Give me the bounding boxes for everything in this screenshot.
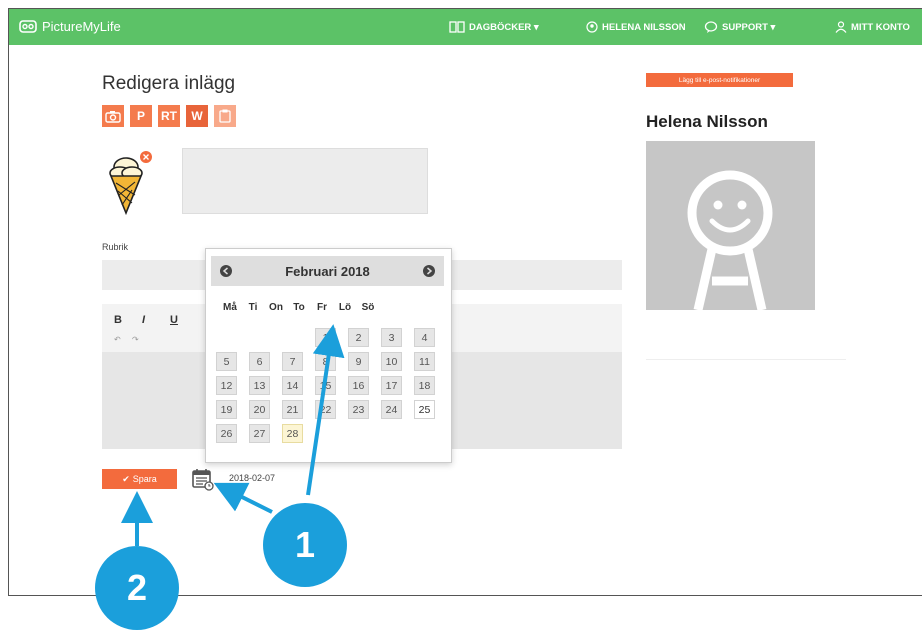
- date-picker-popup: Februari 2018 Må Ti On To Fr Lö Sö 1 2 3 4 5 6 7 8 9 10 1…: [205, 248, 452, 463]
- calendar-day[interactable]: 26: [216, 424, 237, 443]
- user-circle-icon: [586, 21, 598, 33]
- clipboard-button[interactable]: [214, 105, 236, 127]
- calendar-day[interactable]: 27: [249, 424, 270, 443]
- calendar-day[interactable]: 5: [216, 352, 237, 371]
- chat-icon: [704, 21, 718, 33]
- top-navbar: PictureMyLife DAGBÖCKER ▾ HELENA NILSSON…: [9, 9, 922, 45]
- undo-button[interactable]: ↶: [114, 335, 121, 344]
- italic-button[interactable]: I: [142, 314, 145, 326]
- calendar-month-title: Februari 2018: [285, 264, 370, 279]
- callout-2: 2: [95, 546, 179, 630]
- app-window: PictureMyLife DAGBÖCKER ▾ HELENA NILSSON…: [8, 8, 922, 596]
- calendar-day[interactable]: 19: [216, 400, 237, 419]
- clipboard-icon: [219, 109, 231, 123]
- weekday-header: Fr: [317, 302, 327, 313]
- calendar-day[interactable]: 11: [414, 352, 435, 371]
- caption-textarea[interactable]: [182, 148, 428, 214]
- avatar-placeholder-icon: [687, 170, 773, 312]
- calendar-day[interactable]: 22: [315, 400, 336, 419]
- calendar-day[interactable]: 8: [315, 352, 336, 371]
- bold-button[interactable]: B: [114, 314, 122, 326]
- save-button[interactable]: ✔ Spara: [102, 469, 177, 489]
- weekday-header: Sö: [361, 302, 375, 313]
- logo-icon: [19, 20, 37, 33]
- nav-account-label: MITT KONTO: [851, 21, 910, 33]
- nav-support[interactable]: SUPPORT ▾: [704, 21, 775, 33]
- calendar-day[interactable]: 1: [315, 328, 336, 347]
- calendar-icon: [192, 469, 214, 491]
- email-notifications-button[interactable]: Lägg till e-post-notifikationer: [646, 73, 793, 87]
- calendar-day[interactable]: 12: [216, 376, 237, 395]
- nav-user[interactable]: HELENA NILSSON: [586, 21, 686, 33]
- calendar-day[interactable]: 24: [381, 400, 402, 419]
- calendar-day[interactable]: 3: [381, 328, 402, 347]
- p-button[interactable]: P: [130, 105, 152, 127]
- calendar-day[interactable]: 16: [348, 376, 369, 395]
- calendar-day[interactable]: 20: [249, 400, 270, 419]
- calendar-day[interactable]: 28: [282, 424, 303, 443]
- logo[interactable]: PictureMyLife: [19, 18, 121, 34]
- weekday-header: Ti: [248, 302, 258, 313]
- books-icon: [449, 21, 465, 33]
- date-value: 2018-02-07: [229, 473, 276, 483]
- avatar: [646, 141, 815, 312]
- nav-user-label: HELENA NILSSON: [602, 21, 686, 33]
- person-icon: [835, 21, 847, 33]
- w-button[interactable]: W: [186, 105, 208, 127]
- weekday-header: On: [269, 302, 283, 313]
- date-picker-button[interactable]: [191, 467, 215, 496]
- calendar-day[interactable]: 4: [414, 328, 435, 347]
- calendar-day[interactable]: 2: [348, 328, 369, 347]
- calendar-day[interactable]: 14: [282, 376, 303, 395]
- nav-account[interactable]: MITT KONTO: [835, 21, 910, 33]
- ice-cream-sticker[interactable]: [104, 149, 184, 224]
- calendar-day[interactable]: 23: [348, 400, 369, 419]
- calendar-day[interactable]: 21: [282, 400, 303, 419]
- calendar-day[interactable]: 9: [348, 352, 369, 371]
- nav-diaries-label: DAGBÖCKER ▾: [469, 21, 539, 33]
- save-label: Spara: [132, 474, 157, 484]
- weekday-header: To: [293, 302, 305, 313]
- camera-button[interactable]: [102, 105, 124, 127]
- calendar-day[interactable]: 17: [381, 376, 402, 395]
- next-month-icon[interactable]: [422, 264, 436, 278]
- logo-text: PictureMyLife: [42, 18, 121, 34]
- calendar-day[interactable]: 10: [381, 352, 402, 371]
- nav-support-label: SUPPORT ▾: [722, 21, 776, 33]
- profile-name: Helena Nilsson: [646, 112, 768, 131]
- nav-diaries[interactable]: DAGBÖCKER ▾: [449, 21, 539, 33]
- check-icon: ✔: [122, 473, 130, 484]
- calendar-day[interactable]: 25: [414, 400, 435, 419]
- callout-1: 1: [263, 503, 347, 587]
- media-toolbar: P RT W: [102, 105, 236, 127]
- redo-button[interactable]: ↷: [132, 335, 139, 344]
- calendar-day[interactable]: 15: [315, 376, 336, 395]
- ice-cream-icon: [109, 151, 152, 216]
- camera-icon: [105, 110, 121, 123]
- calendar-day[interactable]: 13: [249, 376, 270, 395]
- calendar-day[interactable]: 18: [414, 376, 435, 395]
- calendar-day[interactable]: 6: [249, 352, 270, 371]
- weekday-header: Lö: [338, 302, 352, 313]
- calendar-header: Februari 2018: [211, 256, 444, 286]
- weekday-header: Må: [223, 302, 237, 313]
- calendar-day[interactable]: 7: [282, 352, 303, 371]
- divider: [646, 359, 846, 360]
- heading-label: Rubrik: [102, 242, 129, 252]
- page-title: Redigera inlägg: [102, 73, 236, 94]
- rt-button[interactable]: RT: [158, 105, 180, 127]
- underline-button[interactable]: U: [170, 314, 178, 326]
